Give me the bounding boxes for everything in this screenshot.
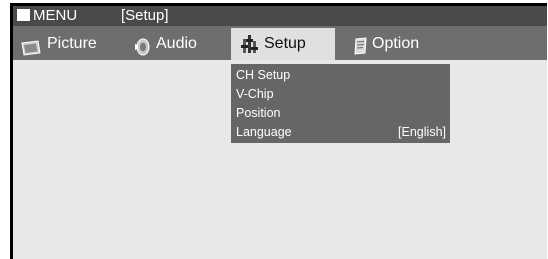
tab-audio[interactable]: Audio [133,28,233,60]
submenu-item-ch-setup[interactable]: CH Setup [236,66,446,85]
submenu-item-label: V-Chip [236,87,274,101]
submenu-item-label: CH Setup [236,68,291,82]
osd-menu-screen: MENU [Setup] Picture Audio Setup Option … [10,3,547,259]
tab-bar: Picture Audio Setup Option [13,26,547,60]
option-icon [353,35,369,67]
menu-square-icon [17,9,30,21]
tab-label: Option [372,35,420,52]
setup-submenu: CH Setup V-Chip Position Language [Engli… [231,64,450,143]
picture-icon [21,36,41,68]
setup-icon [241,33,261,67]
submenu-item-position[interactable]: Position [236,104,446,123]
title-bar: MENU [Setup] [13,6,547,26]
submenu-item-label: Language [236,125,292,139]
tab-option[interactable]: Option [345,28,445,60]
submenu-item-language[interactable]: Language [English] [236,123,446,142]
language-value: [English] [398,125,446,139]
tab-label: Audio [156,35,197,52]
tab-label: Setup [264,35,306,52]
tab-label: Picture [47,35,97,52]
tab-setup[interactable]: Setup [231,28,335,60]
menu-label: MENU [33,7,78,24]
breadcrumb: [Setup] [121,7,169,24]
submenu-item-v-chip[interactable]: V-Chip [236,85,446,104]
audio-icon [133,36,153,68]
tab-picture[interactable]: Picture [17,28,127,60]
submenu-item-label: Position [236,106,281,120]
